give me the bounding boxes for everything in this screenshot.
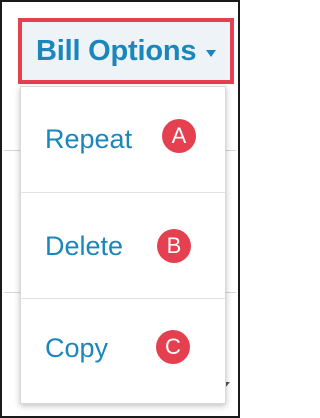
callout-badge: B	[157, 229, 191, 263]
callout-badge: C	[156, 330, 190, 364]
menu-item-label: Delete	[45, 231, 124, 261]
bill-options-button[interactable]: Bill Options	[18, 18, 234, 84]
callout-badge: A	[162, 119, 196, 153]
menu-item-delete[interactable]: Delete B	[21, 192, 225, 298]
bill-options-label: Bill Options	[36, 34, 197, 67]
menu-item-repeat[interactable]: Repeat A	[21, 87, 225, 192]
menu-item-label: Repeat	[45, 124, 133, 154]
menu-item-label: Copy	[45, 333, 109, 363]
chevron-down-icon	[206, 49, 217, 57]
screenshot-frame: Bill Options Repeat A Delete B Copy C	[0, 0, 240, 418]
menu-item-copy[interactable]: Copy C	[21, 298, 225, 404]
bill-options-dropdown: Repeat A Delete B Copy C	[20, 86, 226, 404]
